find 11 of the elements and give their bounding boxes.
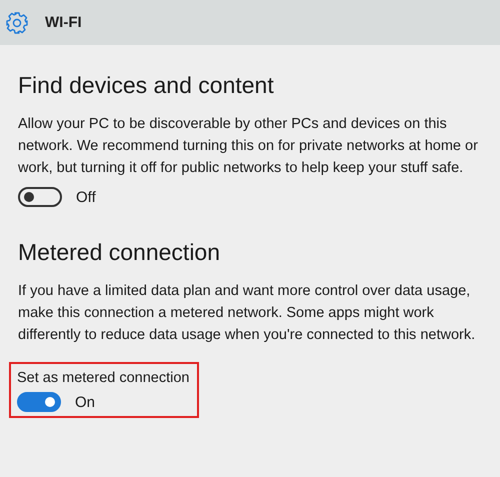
section-description: Allow your PC to be discoverable by other PCs and devices on this network. We recommend turning this on for private networks at home or work, but turning it off for public networks to help keep your stuff safe. <box>18 115 479 178</box>
toggle-state: Off <box>76 188 96 206</box>
settings-icon <box>5 10 29 34</box>
section-description: If you have a limited data plan and want more control over data usage, make this connection a metered network. Some apps might work differently to reduce data usage when you're connected to this network. <box>18 282 476 345</box>
setting-label: Set as metered connection <box>17 370 190 386</box>
section-heading: Metered connection <box>18 239 222 266</box>
section-heading: Find devices and content <box>18 72 275 99</box>
toggle-switch[interactable] <box>17 392 61 412</box>
toggle-switch[interactable] <box>18 187 62 207</box>
page-title: WI-FI <box>45 14 82 31</box>
toggle-state: On <box>75 394 96 410</box>
